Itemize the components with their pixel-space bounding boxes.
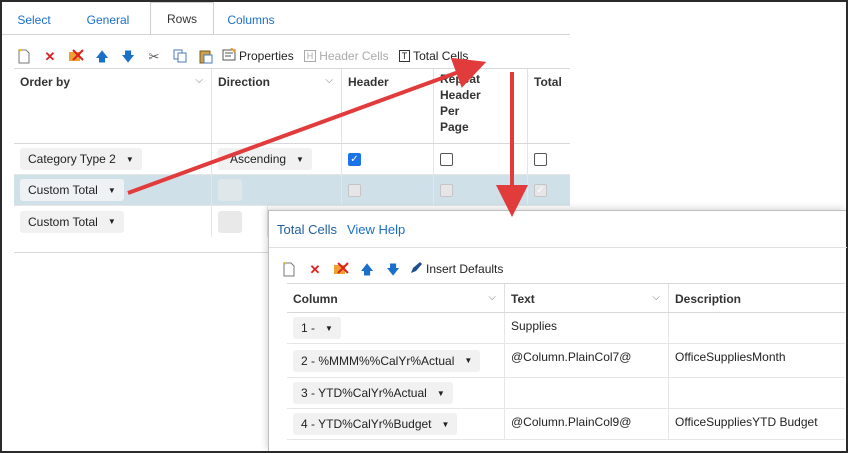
column-select[interactable]: 4 - YTD%CalYr%Budget ▼ <box>293 413 458 435</box>
table-row[interactable]: 1 - ▼ Supplies <box>287 313 845 344</box>
caret-down-icon: ▼ <box>125 154 134 164</box>
tab-bar: Select General Rows Columns <box>2 2 572 35</box>
direction-select[interactable] <box>218 210 242 233</box>
header-cells-icon: H <box>303 50 317 62</box>
description-cell[interactable]: OfficeSuppliesMonth <box>669 344 845 377</box>
column-header-order-by[interactable]: Order by ⌵ <box>14 69 212 143</box>
delete-all-icon[interactable] <box>331 260 351 278</box>
text-cell[interactable]: @Column.PlainCol9@ <box>505 409 669 439</box>
chevron-down-icon[interactable]: ⌵ <box>195 75 203 86</box>
copy-icon[interactable] <box>170 47 190 65</box>
column-header-total[interactable]: Total <box>528 69 570 143</box>
header-checkbox[interactable] <box>348 183 361 197</box>
text-cell[interactable]: @Column.PlainCol7@ <box>505 344 669 377</box>
total-cells-table: Column ⌵ Text ⌵ Description 1 - ▼ Supplies … <box>287 283 845 440</box>
delete-all-icon[interactable] <box>66 47 86 65</box>
caret-down-icon: ▼ <box>107 217 116 226</box>
tab-divider <box>2 34 570 35</box>
tab-columns[interactable]: Columns <box>214 4 288 35</box>
header-checkbox[interactable]: ✓ <box>348 152 361 166</box>
insert-defaults-button[interactable]: Insert Defaults <box>409 261 503 278</box>
total-cells-icon: T <box>398 50 411 62</box>
description-cell[interactable] <box>669 313 845 343</box>
table-row[interactable]: 3 - YTD%CalYr%Actual ▼ <box>287 378 845 409</box>
panel-title: Total Cells <box>277 222 337 237</box>
panel-header: Total Cells View Help <box>277 222 405 237</box>
tab-general[interactable]: General <box>66 4 150 35</box>
table-row[interactable]: Category Type 2 ▼ Ascending ▼ ✓ <box>14 143 570 175</box>
chevron-down-icon[interactable]: ⌵ <box>652 292 660 303</box>
caret-down-icon: ▼ <box>325 323 333 333</box>
column-select[interactable]: 2 - %MMM%%CalYr%Actual ▼ <box>293 349 481 372</box>
total-cells-panel: Total Cells View Help ✕ 🡅 🡇 Insert Defau… <box>268 210 847 451</box>
total-checkbox[interactable]: ✓ <box>534 183 547 197</box>
chevron-down-icon[interactable]: ⌵ <box>488 292 496 303</box>
new-icon[interactable] <box>14 47 34 65</box>
new-icon[interactable] <box>279 260 299 278</box>
table-row[interactable]: 2 - %MMM%%CalYr%Actual ▼ @Column.PlainCol… <box>287 344 845 378</box>
delete-icon[interactable]: ✕ <box>305 260 325 278</box>
order-by-select[interactable]: Custom Total ▼ <box>20 179 124 201</box>
column-header-column[interactable]: Column ⌵ <box>287 284 505 312</box>
column-header-repeat-header[interactable]: Repeat Header Per Page <box>434 69 528 143</box>
text-cell[interactable]: Supplies <box>505 313 669 343</box>
column-header-header[interactable]: Header <box>342 69 434 143</box>
cut-icon[interactable]: ✂ <box>144 47 164 65</box>
move-up-icon[interactable]: 🡅 <box>92 47 112 65</box>
table-row[interactable]: Custom Total ▼ ✓ <box>14 174 570 206</box>
caret-down-icon: ▼ <box>107 185 116 195</box>
tab-rows[interactable]: Rows <box>150 2 214 35</box>
column-select[interactable]: 3 - YTD%CalYr%Actual ▼ <box>293 382 453 404</box>
total-cells-label: Total Cells <box>413 49 469 63</box>
delete-icon[interactable]: ✕ <box>40 47 60 65</box>
order-by-select[interactable]: Custom Total ▼ <box>20 210 124 233</box>
table-row[interactable]: 4 - YTD%CalYr%Budget ▼ @Column.PlainCol9@… <box>287 409 845 440</box>
description-cell[interactable] <box>669 378 845 408</box>
header-cells-label: Header Cells <box>319 49 389 63</box>
description-cell[interactable]: OfficeSuppliesYTD Budget <box>669 409 845 439</box>
properties-button[interactable]: Properties <box>222 47 294 64</box>
paste-icon[interactable] <box>196 47 216 65</box>
chevron-down-icon[interactable]: ⌵ <box>325 75 333 86</box>
order-by-select[interactable]: Category Type 2 ▼ <box>20 148 142 170</box>
column-header-direction[interactable]: Direction ⌵ <box>212 69 342 143</box>
pen-icon <box>409 261 423 278</box>
panel-toolbar: ✕ 🡅 🡇 Insert Defaults <box>279 259 513 279</box>
direction-select[interactable]: Ascending ▼ <box>218 148 312 170</box>
grid-header: Order by ⌵ Direction ⌵ Header Repeat Heade… <box>14 69 570 144</box>
repeat-header-checkbox[interactable] <box>440 183 453 197</box>
table-header: Column ⌵ Text ⌵ Description <box>287 283 845 313</box>
header-cells-button[interactable]: H Header Cells <box>303 49 389 63</box>
caret-down-icon: ▼ <box>436 388 445 398</box>
properties-icon <box>222 47 236 64</box>
caret-down-icon: ▼ <box>464 356 473 365</box>
grid-bottom-border <box>14 252 271 253</box>
direction-select[interactable] <box>218 179 242 201</box>
rows-toolbar: ✕ 🡅 🡇 ✂ Properties H Header Cells T Tota… <box>14 44 478 68</box>
column-header-description[interactable]: Description <box>669 284 845 312</box>
move-down-icon[interactable]: 🡇 <box>383 260 403 278</box>
repeat-header-checkbox[interactable] <box>440 152 453 166</box>
move-up-icon[interactable]: 🡅 <box>357 260 377 278</box>
panel-divider <box>269 247 847 248</box>
column-select[interactable]: 1 - ▼ <box>293 317 341 339</box>
column-header-text[interactable]: Text ⌵ <box>505 284 669 312</box>
caret-down-icon: ▼ <box>296 154 304 164</box>
total-checkbox[interactable] <box>534 152 547 166</box>
tab-select[interactable]: Select <box>2 4 66 35</box>
properties-label: Properties <box>239 49 294 63</box>
caret-down-icon: ▼ <box>441 419 450 429</box>
text-cell[interactable] <box>505 378 669 408</box>
view-help-link[interactable]: View Help <box>347 222 405 237</box>
move-down-icon[interactable]: 🡇 <box>118 47 138 65</box>
total-cells-button[interactable]: T Total Cells <box>398 49 469 63</box>
insert-defaults-label: Insert Defaults <box>426 262 504 276</box>
